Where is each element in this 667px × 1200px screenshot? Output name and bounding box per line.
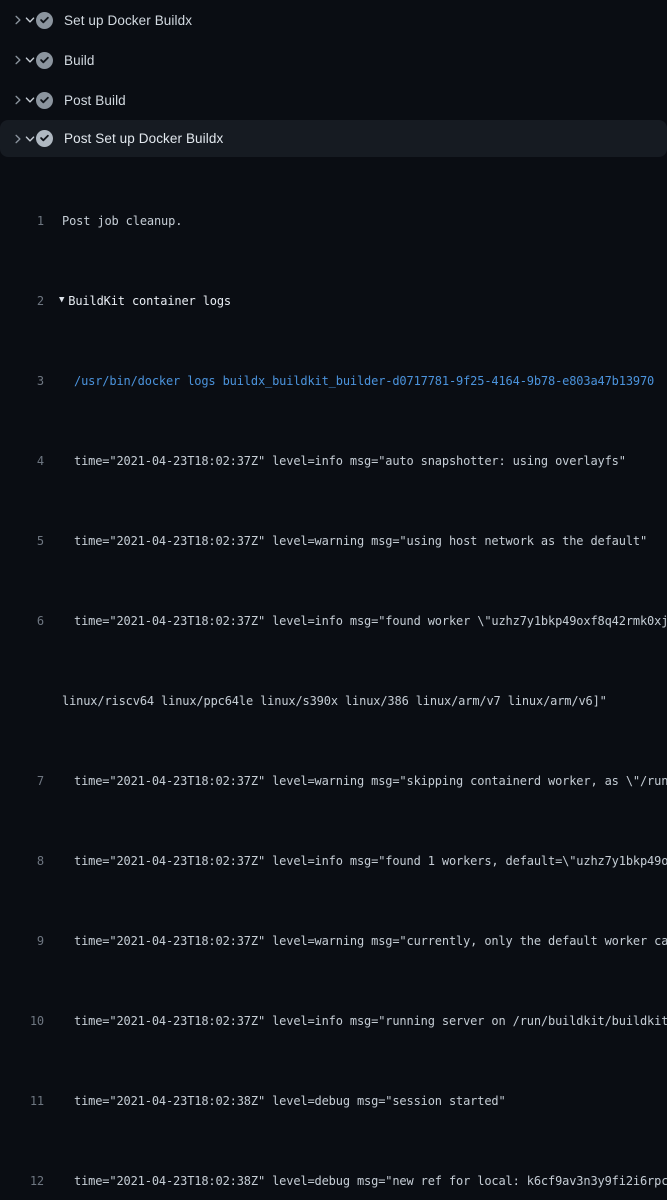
log-line-text: time="2021-04-23T18:02:38Z" level=debug … (74, 1091, 506, 1111)
log-line-number[interactable]: 12 (0, 1171, 44, 1191)
step-title: Post Set up Docker Buildx (64, 131, 223, 146)
chevron-right-icon (12, 14, 24, 26)
log-line-number[interactable]: 10 (0, 1011, 44, 1031)
log-line-number[interactable]: 5 (0, 531, 44, 551)
log-line-number[interactable]: 3 (0, 371, 44, 391)
steps-list: Set up Docker Buildx Build (0, 0, 667, 157)
log-line-text: time="2021-04-23T18:02:37Z" level=warnin… (74, 931, 667, 951)
chevron-right-icon (12, 133, 24, 145)
step-row-post-set-up-docker-buildx[interactable]: Post Set up Docker Buildx (0, 120, 667, 157)
log-line-number[interactable]: 7 (0, 771, 44, 791)
step-row-post-build[interactable]: Post Build (0, 80, 667, 120)
log-line-number[interactable]: 6 (0, 611, 44, 631)
log-line: 12 time="2021-04-23T18:02:38Z" level=deb… (0, 1171, 667, 1191)
log-line-text: Post job cleanup. (62, 211, 182, 231)
log-line-number[interactable]: 2 (0, 291, 44, 311)
log-line-text: time="2021-04-23T18:02:37Z" level=info m… (74, 851, 667, 871)
log-line: 1 Post job cleanup. (0, 211, 667, 231)
chevron-right-icon (12, 94, 24, 106)
log-line: 7 time="2021-04-23T18:02:37Z" level=warn… (0, 771, 667, 791)
log-line-text: time="2021-04-23T18:02:37Z" level=info m… (74, 1011, 667, 1031)
chevron-right-icon (12, 54, 24, 66)
check-circle-icon (36, 12, 53, 29)
log-line-text: BuildKit container logs (68, 291, 231, 311)
log-line-text: time="2021-04-23T18:02:37Z" level=warnin… (74, 771, 667, 791)
log-line-text: /usr/bin/docker logs buildx_buildkit_bui… (74, 371, 654, 391)
step-title: Set up Docker Buildx (64, 13, 192, 28)
step-row-build[interactable]: Build (0, 40, 667, 80)
log-line: 2 ▼ BuildKit container logs (0, 291, 667, 311)
log-line-number[interactable]: 8 (0, 851, 44, 871)
log-container: 1 Post job cleanup. 2 ▼ BuildKit contain… (0, 157, 667, 1200)
chevron-down-icon (24, 14, 36, 26)
log-line: 3 /usr/bin/docker logs buildx_buildkit_b… (0, 371, 667, 391)
log-line: 6 time="2021-04-23T18:02:37Z" level=info… (0, 611, 667, 631)
log-line-number[interactable]: 9 (0, 931, 44, 951)
log-line-text: time="2021-04-23T18:02:37Z" level=warnin… (74, 531, 647, 551)
step-title: Post Build (64, 93, 126, 108)
log-group-toggle-icon[interactable]: ▼ (59, 291, 64, 310)
log-line: 8 time="2021-04-23T18:02:37Z" level=info… (0, 851, 667, 871)
log-line: 11 time="2021-04-23T18:02:38Z" level=deb… (0, 1091, 667, 1111)
log-line: 4 time="2021-04-23T18:02:37Z" level=info… (0, 451, 667, 471)
log-line-text: time="2021-04-23T18:02:37Z" level=info m… (74, 611, 667, 631)
log-line: 9 time="2021-04-23T18:02:37Z" level=warn… (0, 931, 667, 951)
log-line: 10 time="2021-04-23T18:02:37Z" level=inf… (0, 1011, 667, 1031)
log-line: 5 time="2021-04-23T18:02:37Z" level=warn… (0, 531, 667, 551)
log-line-number[interactable]: 4 (0, 451, 44, 471)
chevron-down-icon (24, 54, 36, 66)
check-circle-icon (36, 130, 53, 147)
log-line-number[interactable]: 11 (0, 1091, 44, 1111)
chevron-down-icon (24, 94, 36, 106)
log-line-text: time="2021-04-23T18:02:37Z" level=info m… (74, 451, 626, 471)
check-circle-icon (36, 92, 53, 109)
log-line-number[interactable]: 1 (0, 211, 44, 231)
log-line: linux/riscv64 linux/ppc64le linux/s390x … (0, 691, 667, 711)
step-row-set-up-docker-buildx[interactable]: Set up Docker Buildx (0, 0, 667, 40)
check-circle-icon (36, 52, 53, 69)
log-line-number[interactable] (0, 691, 44, 711)
log-line-text: time="2021-04-23T18:02:38Z" level=debug … (74, 1171, 667, 1191)
chevron-down-icon (24, 133, 36, 145)
log-line-text: linux/riscv64 linux/ppc64le linux/s390x … (62, 691, 607, 711)
step-title: Build (64, 53, 95, 68)
